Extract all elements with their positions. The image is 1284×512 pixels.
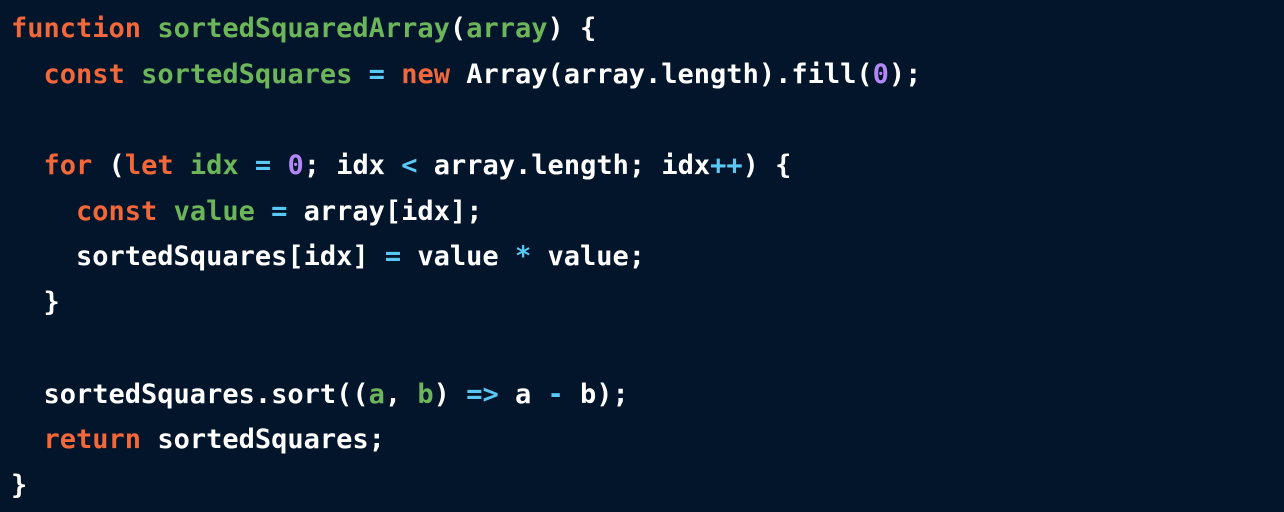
code-line: return sortedSquares; <box>11 417 1284 463</box>
code-token: b); <box>563 378 629 410</box>
code-token: ( <box>92 150 125 182</box>
code-token: < <box>401 150 418 182</box>
code-token: array.length; idx <box>417 150 711 182</box>
code-token: ); <box>888 58 922 90</box>
code-token: sortedSquares[idx] <box>11 241 385 273</box>
code-block[interactable]: function sortedSquaredArray(array) { con… <box>11 6 1284 509</box>
code-token: let <box>124 150 174 182</box>
code-token: ; idx <box>303 150 402 182</box>
code-line: const value = array[idx]; <box>11 189 1284 235</box>
code-token: idx <box>189 150 239 182</box>
code-token: = <box>368 58 385 90</box>
code-token: ++ <box>710 150 743 182</box>
code-token: ) <box>433 378 467 410</box>
code-token: = <box>384 241 402 273</box>
code-token: sortedSquares; <box>141 424 385 456</box>
code-token: value <box>173 195 255 227</box>
code-line: function sortedSquaredArray(array) { <box>11 6 1284 52</box>
code-line: const sortedSquares = new Array(array.le… <box>11 52 1284 98</box>
code-token: sortedSquaredArray <box>157 13 450 44</box>
code-token: , <box>384 378 418 410</box>
code-line: } <box>11 280 1284 326</box>
code-token: * <box>514 241 532 273</box>
code-token: function <box>11 13 142 44</box>
code-token: = <box>271 195 288 227</box>
code-line: sortedSquares.sort((a, b) => a - b); <box>11 372 1284 418</box>
code-token: const <box>43 58 125 90</box>
code-token: Array(array.length).fill( <box>449 58 873 90</box>
code-token: a <box>498 378 548 410</box>
code-token: ) { <box>742 150 792 182</box>
code-editor[interactable]: function sortedSquaredArray(array) { con… <box>0 0 1284 512</box>
code-token: value; <box>531 241 645 273</box>
code-token: sortedSquares <box>141 58 353 90</box>
code-token: return <box>43 424 142 456</box>
code-token: } <box>11 469 28 501</box>
code-token: for <box>43 150 93 182</box>
code-token: array <box>466 13 548 44</box>
code-token: new <box>401 58 450 90</box>
code-token: sortedSquares.sort(( <box>11 378 369 410</box>
code-line: } <box>11 463 1284 509</box>
code-token: = <box>254 150 272 182</box>
code-token: b <box>417 378 434 410</box>
code-token: array[idx]; <box>287 195 483 227</box>
code-token: 0 <box>287 150 304 182</box>
code-token: 0 <box>872 58 889 90</box>
code-token: a <box>368 378 385 410</box>
code-line: for (let idx = 0; idx < array.length; id… <box>11 143 1284 189</box>
code-token: => <box>466 378 499 410</box>
code-line: sortedSquares[idx] = value * value; <box>11 234 1284 280</box>
code-token: ) { <box>547 13 597 44</box>
code-token: value <box>401 241 515 273</box>
code-token: ( <box>449 13 467 44</box>
code-token: const <box>76 195 158 227</box>
code-token: - <box>547 378 564 410</box>
code-token: } <box>11 287 60 319</box>
